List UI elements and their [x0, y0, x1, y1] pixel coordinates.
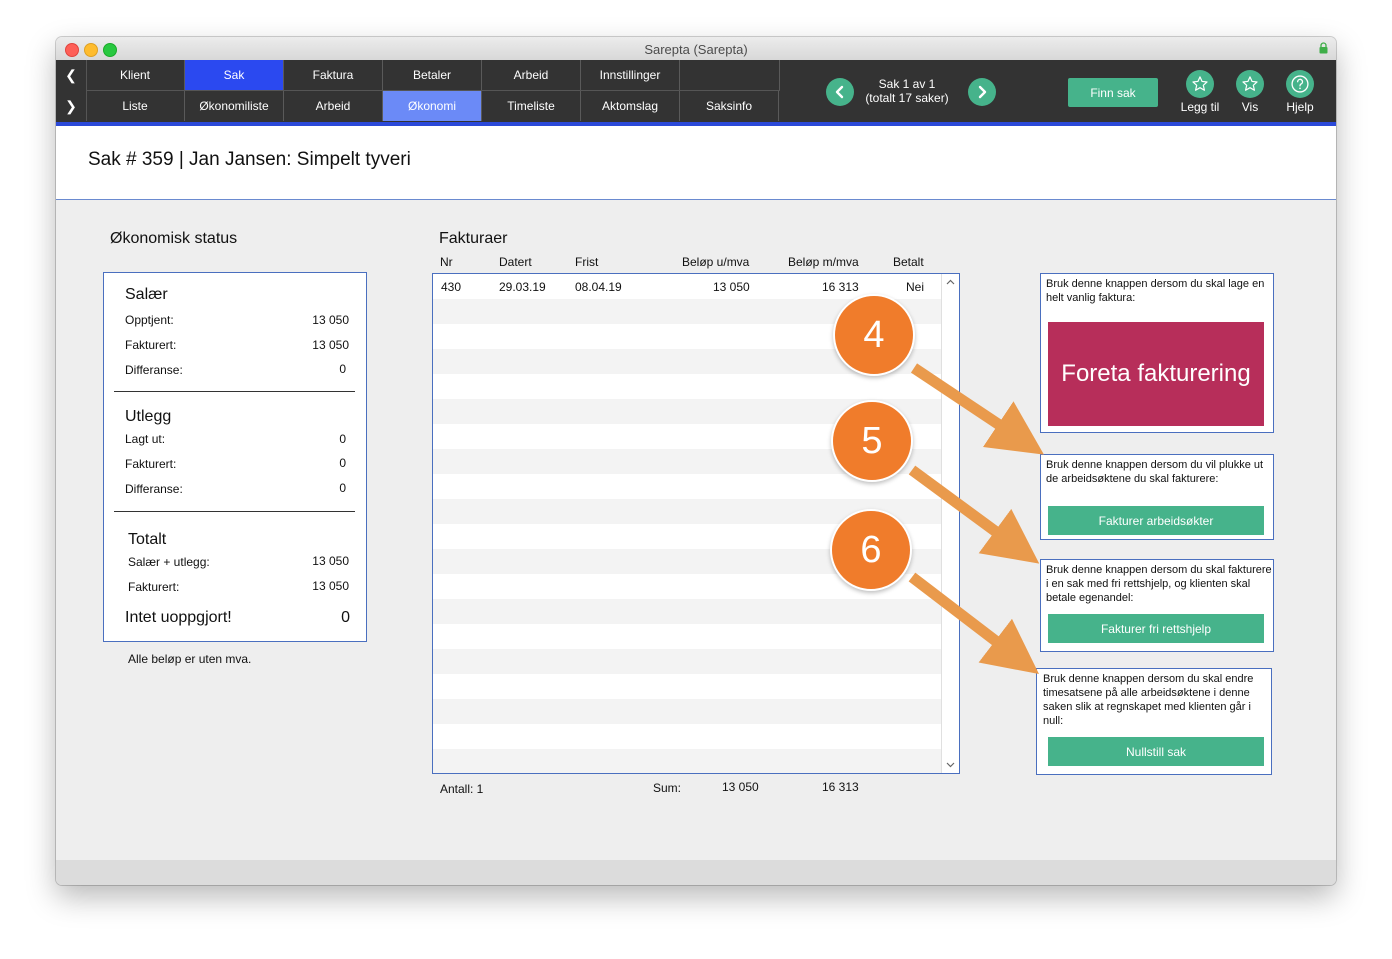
case-navigator: Sak 1 av 1 (totalt 17 saker): [862, 77, 952, 105]
subtab-liste[interactable]: Liste: [86, 91, 185, 121]
next-case-button[interactable]: [968, 78, 996, 106]
star-icon: [1242, 76, 1258, 91]
tab-arbeid[interactable]: Arbeid: [482, 60, 581, 90]
toolbar: ❮ ❯ Klient Sak Faktura Betaler Arbeid In…: [56, 60, 1336, 122]
sub-nav: Liste Økonomiliste Arbeid Økonomi Timeli…: [86, 91, 779, 121]
subtab-aktomslag[interactable]: Aktomslag: [581, 91, 680, 121]
nav-forward-button[interactable]: ❯: [56, 91, 87, 121]
tab-innstillinger[interactable]: Innstillinger: [581, 60, 680, 90]
tab-klient[interactable]: Klient: [86, 60, 185, 90]
main-nav: Klient Sak Faktura Betaler Arbeid Innsti…: [86, 60, 780, 91]
page-title: Sak # 359 | Jan Jansen: Simpelt tyveri: [88, 149, 411, 170]
callout-badge-5: 5: [831, 400, 913, 482]
main-content: Økonomisk status Salær Opptjent: 13 050 …: [56, 200, 1336, 860]
tab-faktura[interactable]: Faktura: [284, 60, 383, 90]
chevron-right-icon: ❯: [65, 97, 77, 114]
case-total: (totalt 17 saker): [865, 91, 949, 105]
arrow-5: [908, 465, 1040, 564]
chevron-left-icon: [835, 85, 844, 99]
add-star-button[interactable]: [1186, 70, 1214, 98]
help-button[interactable]: [1286, 70, 1314, 98]
arrow-6: [908, 572, 1039, 675]
nav-spacer: [680, 60, 780, 90]
chevron-right-icon: [978, 85, 987, 99]
previous-case-button[interactable]: [826, 78, 854, 106]
subtab-okonomi[interactable]: Økonomi: [383, 91, 482, 121]
subtab-timeliste[interactable]: Timeliste: [482, 91, 581, 121]
tab-sak[interactable]: Sak: [185, 60, 284, 90]
page-header: Sak # 359 | Jan Jansen: Simpelt tyveri: [56, 126, 1336, 200]
help-label: Hjelp: [1286, 100, 1314, 114]
title-bar: Sarepta (Sarepta): [56, 37, 1336, 61]
chevron-left-icon: ❮: [65, 66, 77, 83]
window-title: Sarepta (Sarepta): [644, 42, 748, 57]
help-icon: [1291, 75, 1309, 93]
subtab-arbeid[interactable]: Arbeid: [284, 91, 383, 121]
subtab-saksinfo[interactable]: Saksinfo: [680, 91, 779, 121]
arrow-4: [910, 363, 1044, 455]
case-position: Sak 1 av 1: [878, 77, 936, 91]
view-star-button[interactable]: [1236, 70, 1264, 98]
app-window: Sarepta (Sarepta) ❮ ❯ Klient Sak Faktura…: [56, 37, 1336, 885]
nav-back-button[interactable]: ❮: [56, 60, 87, 90]
window-footer: [56, 860, 1336, 885]
find-case-button[interactable]: Finn sak: [1068, 78, 1158, 107]
callout-badge-4: 4: [833, 294, 915, 376]
callout-arrows: [908, 363, 1044, 675]
subtab-okonomiliste[interactable]: Økonomiliste: [185, 91, 284, 121]
star-icon: [1192, 76, 1208, 91]
callout-badge-6: 6: [830, 509, 912, 591]
lock-icon: [1319, 42, 1328, 54]
tab-betaler[interactable]: Betaler: [383, 60, 482, 90]
